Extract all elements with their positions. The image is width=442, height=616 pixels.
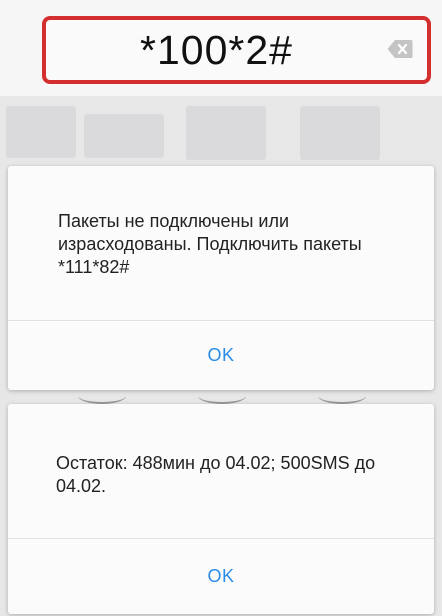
dialed-number-field[interactable]: *100*2#	[42, 16, 431, 84]
ussd-dialog-packages: Пакеты не подключены или израсходованы. …	[8, 166, 434, 390]
dialer-header: *100*2#	[0, 0, 442, 96]
backspace-icon[interactable]	[387, 39, 413, 59]
keypad-arc	[318, 388, 366, 404]
ok-button[interactable]: OK	[8, 539, 434, 614]
dialed-number-text: *100*2#	[140, 26, 293, 73]
keypad-arc	[198, 388, 246, 404]
blurred-key	[186, 106, 266, 160]
dialog-message: Остаток: 488мин до 04.02; 500SMS до 04.0…	[56, 453, 376, 496]
blurred-key	[84, 114, 164, 158]
dialog-message: Пакеты не подключены или израсходованы. …	[58, 211, 362, 277]
ok-button[interactable]: OK	[8, 321, 434, 390]
blurred-key	[300, 106, 380, 160]
ussd-dialog-balance: Остаток: 488мин до 04.02; 500SMS до 04.0…	[8, 404, 434, 614]
keypad-arc	[78, 388, 126, 404]
blurred-key	[6, 106, 76, 158]
